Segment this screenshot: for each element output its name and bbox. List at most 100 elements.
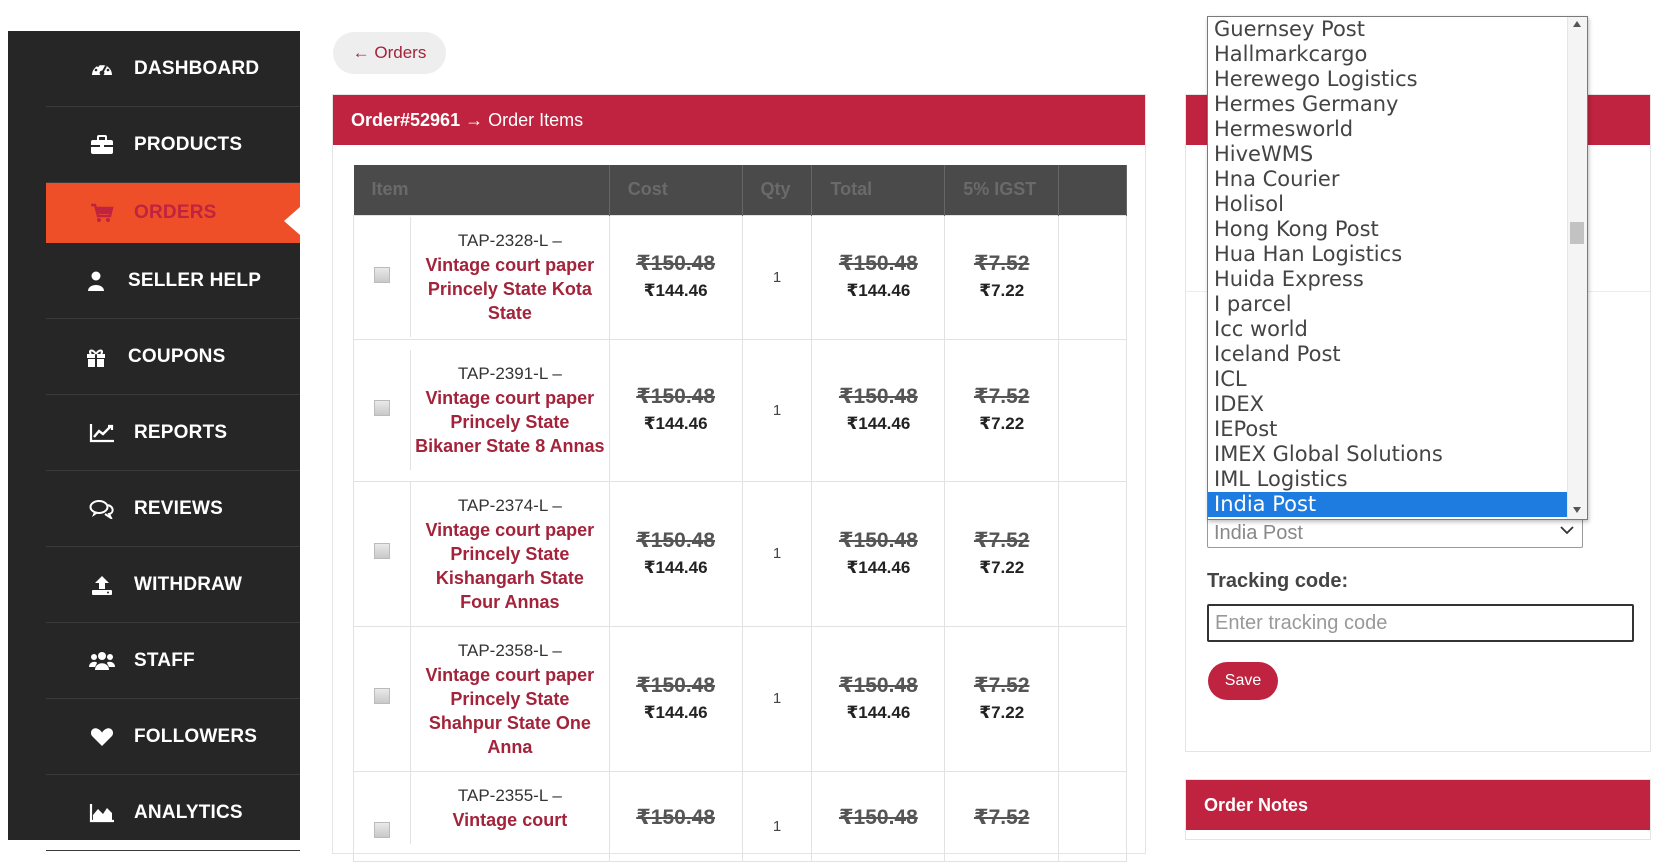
provider-option-selected[interactable]: India Post [1208,492,1568,517]
tax-cell: ₹7.52 ₹7.22 [944,625,1060,772]
cost-cell: ₹150.48 ₹144.46 [608,480,743,627]
provider-option[interactable]: Hna Courier [1208,167,1568,192]
provider-option[interactable]: IDEX [1208,392,1568,417]
shipping-provider-listbox[interactable]: Guernsey Post Hallmarkcargo Herewego Log… [1207,16,1588,520]
cost-discounted: ₹144.46 [643,414,708,433]
sidebar-item-products[interactable]: PRODUCTS [46,107,300,183]
item-name-link[interactable]: Vintage court paper Princely State Kota … [415,253,605,325]
cost-original: ₹150.48 [636,528,716,552]
listbox-scrollbar[interactable] [1567,17,1587,519]
tax-cell: ₹7.52 ₹7.22 [944,214,1060,340]
provider-option[interactable]: IML Logistics [1208,467,1568,492]
total-cell: ₹150.48 [811,770,946,862]
qty-cell: 1 [741,480,813,627]
cost-original: ₹150.48 [636,805,716,829]
total-discounted: ₹144.46 [846,281,911,300]
sidebar-item-label: REPORTS [134,421,228,443]
provider-option[interactable]: ICL [1208,367,1568,392]
item-name-link[interactable]: Vintage court paper Princely State Bikan… [415,386,605,458]
cost-discounted: ₹144.46 [643,557,708,577]
table-row: TAP-2374-L – Vintage court paper Princel… [353,480,1127,627]
order-notes-title: Order Notes [1186,780,1650,830]
sidebar-item-label: REVIEWS [134,497,224,519]
back-to-orders-link[interactable]: ← Orders [333,32,446,74]
provider-option[interactable]: Holisol [1208,192,1568,217]
item-checkbox[interactable] [374,821,390,838]
total-discounted: ₹144.46 [846,557,911,577]
provider-option[interactable]: Hong Kong Post [1208,217,1568,242]
sidebar-item-reviews[interactable]: REVIEWS [46,471,300,547]
save-button[interactable]: Save [1208,662,1278,700]
selected-provider: India Post [1214,521,1303,544]
provider-option[interactable]: IEPost [1208,417,1568,442]
item-name-link[interactable]: Vintage court paper Princely State Shahp… [415,663,605,759]
provider-option[interactable]: Iceland Post [1208,342,1568,367]
tracking-code-label: Tracking code: [1207,570,1349,592]
sidebar-item-seller-help[interactable]: SELLER HELP [46,243,300,319]
sidebar-item-withdraw[interactable]: WITHDRAW [46,547,300,623]
sidebar-item-label: PRODUCTS [134,133,243,155]
column-header-cost: Cost [609,165,743,215]
provider-option[interactable]: Hua Han Logistics [1208,242,1568,267]
item-cell: TAP-2391-L – Vintage court paper Princel… [353,338,610,482]
provider-option[interactable]: I parcel [1208,292,1568,317]
total-discounted: ₹144.46 [846,414,911,433]
tax-cell: ₹7.52 [944,770,1060,862]
qty-cell: 1 [741,214,813,340]
tax-discounted: ₹7.22 [979,281,1025,300]
item-sku: TAP-2374-L – [457,495,562,515]
cost-original: ₹150.48 [636,673,716,697]
provider-option[interactable]: IMEX Global Solutions [1208,442,1568,467]
shipping-provider-select[interactable]: India Post [1207,518,1583,548]
total-original: ₹150.48 [838,805,918,829]
cost-cell: ₹150.48 ₹144.46 [608,338,743,482]
sidebar-item-label: STAFF [134,649,195,671]
sidebar: DASHBOARD PRODUCTS ORDERS SELLER HELP CO… [8,31,300,851]
item-checkbox[interactable] [374,543,390,559]
item-checkbox[interactable] [374,399,390,416]
scroll-thumb[interactable] [1570,222,1584,244]
cart-icon [88,202,116,224]
sidebar-item-reports[interactable]: REPORTS [46,395,300,471]
tracking-code-input[interactable]: Enter tracking code [1207,604,1634,642]
item-name-link[interactable]: Vintage court [415,808,605,832]
item-checkbox[interactable] [374,688,390,704]
sidebar-item-coupons[interactable]: COUPONS [46,319,300,395]
provider-option[interactable]: Hermes Germany [1208,92,1568,117]
scroll-down-arrow-icon[interactable] [1573,507,1581,513]
item-cell: TAP-2374-L – Vintage court paper Princel… [353,480,610,627]
item-checkbox[interactable] [374,266,390,283]
item-name-link[interactable]: Vintage court paper Princely State Kisha… [415,518,605,614]
sidebar-item-followers[interactable]: FOLLOWERS [46,699,300,775]
tax-original: ₹7.52 [973,252,1030,275]
sidebar-item-label: WITHDRAW [134,573,243,595]
provider-option[interactable]: Hermesworld [1208,117,1568,142]
provider-option[interactable]: Huida Express [1208,267,1568,292]
provider-option[interactable]: Icc world [1208,317,1568,342]
table-row: TAP-2358-L – Vintage court paper Princel… [353,625,1127,772]
cost-cell: ₹150.48 ₹144.46 [608,625,743,772]
sidebar-item-label: ORDERS [134,202,217,223]
sidebar-item-staff[interactable]: STAFF [46,623,300,699]
user-icon [82,270,110,292]
column-header-qty: Qty [742,165,813,215]
scroll-up-arrow-icon[interactable] [1573,21,1581,27]
sidebar-item-orders[interactable]: ORDERS [46,183,300,243]
sidebar-item-dashboard[interactable]: DASHBOARD [46,31,300,107]
tax-cell: ₹7.52 ₹7.22 [944,338,1060,482]
provider-option[interactable]: Hallmarkcargo [1208,42,1568,67]
order-items-breadcrumb: → Order Items [465,109,584,130]
total-original: ₹150.48 [838,252,918,275]
provider-option[interactable]: Herewego Logistics [1208,67,1568,92]
total-cell: ₹150.48 ₹144.46 [811,214,946,340]
item-cell: TAP-2328-L – Vintage court paper Princel… [353,214,610,340]
provider-option[interactable]: Guernsey Post [1208,17,1568,42]
tax-discounted: ₹7.22 [979,414,1025,433]
total-cell: ₹150.48 ₹144.46 [811,625,946,772]
provider-option[interactable]: HiveWMS [1208,142,1568,167]
upload-icon [88,574,116,596]
tax-original: ₹7.52 [973,385,1030,408]
cost-original: ₹150.48 [636,252,716,275]
tax-original: ₹7.52 [973,805,1030,829]
column-header-actions [1058,165,1127,215]
